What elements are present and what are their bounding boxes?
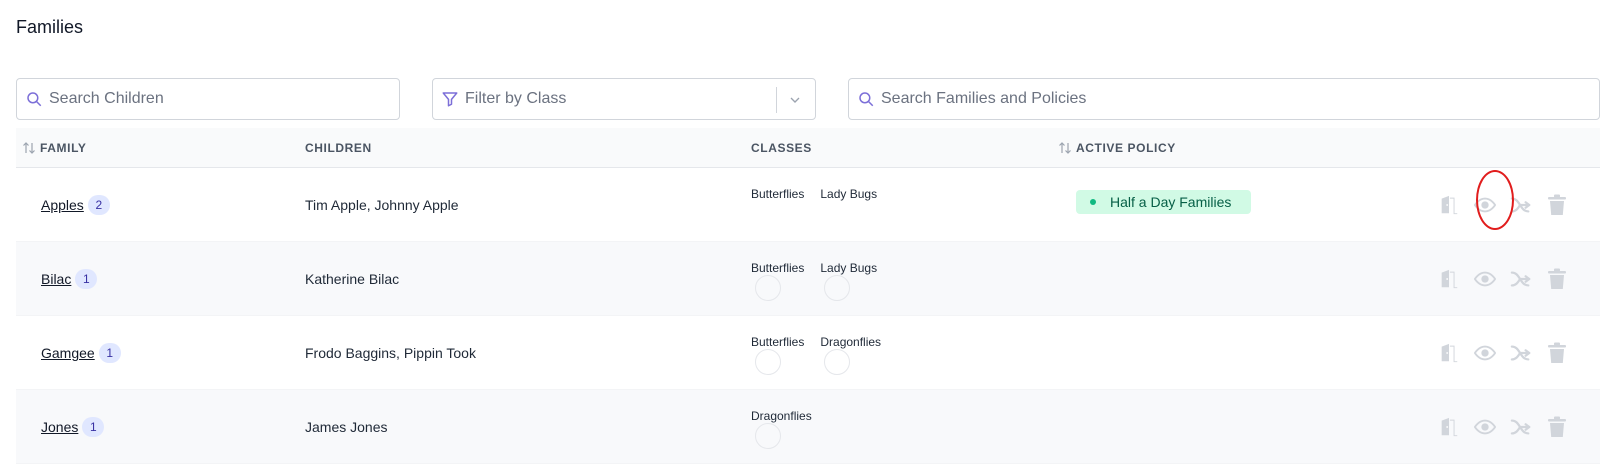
arrow-out-icon: [1510, 271, 1531, 287]
children-names: Tim Apple, Johnny Apple: [305, 197, 459, 213]
door-icon: [1441, 195, 1458, 215]
move-button[interactable]: [1508, 340, 1534, 366]
class-filter-select[interactable]: [432, 78, 816, 120]
search-families-box[interactable]: [848, 78, 1600, 120]
trash-icon: [1548, 342, 1566, 363]
filter-icon: [442, 92, 458, 107]
family-cell: Bilac 1: [41, 242, 98, 316]
view-button[interactable]: [1472, 414, 1498, 440]
children-count-badge: 1: [98, 343, 121, 363]
class-chip: Lady Bugs: [820, 261, 877, 301]
class-list: Butterflies Lady Bugs: [751, 261, 877, 301]
move-button[interactable]: [1508, 192, 1534, 218]
header-active-policy-label: ACTIVE POLICY: [1076, 141, 1176, 155]
view-button[interactable]: [1472, 192, 1498, 218]
table-header: FAMILY CHILDREN CLASSES ACTIVE POLICY: [16, 128, 1600, 168]
arrow-out-icon: [1510, 197, 1531, 213]
chevron-down-icon[interactable]: [787, 92, 803, 108]
class-avatar-placeholder: [755, 349, 781, 375]
trash-icon: [1548, 416, 1566, 437]
header-active-policy[interactable]: ACTIVE POLICY: [1058, 128, 1176, 168]
family-cell: Apples 2: [41, 168, 110, 242]
header-classes: CLASSES: [751, 141, 812, 155]
eye-icon: [1474, 197, 1496, 213]
children-names: James Jones: [305, 419, 388, 435]
door-icon: [1441, 269, 1458, 289]
family-name-link[interactable]: Gamgee: [41, 345, 95, 361]
class-chip: Dragonflies: [751, 409, 812, 449]
view-button[interactable]: [1472, 340, 1498, 366]
children-names: Katherine Bilac: [305, 271, 400, 287]
family-name-link[interactable]: Apples: [41, 197, 84, 213]
door-icon: [1441, 343, 1458, 363]
table-row: Bilac 1 Katherine Bilac Butterflies Lady …: [16, 242, 1600, 316]
table-row: Apples 2 Tim Apple, Johnny Apple Butterf…: [16, 168, 1600, 242]
class-avatar-placeholder: [824, 349, 851, 375]
table-row: Gamgee 1 Frodo Baggins, Pippin Took Butt…: [16, 316, 1600, 390]
move-button[interactable]: [1508, 414, 1534, 440]
row-actions: [1436, 390, 1570, 464]
search-families-input[interactable]: [881, 90, 1599, 108]
select-divider: [776, 87, 777, 113]
policy-badge: Half a Day Families: [1076, 190, 1252, 214]
header-family-label: FAMILY: [40, 141, 87, 155]
class-chip: Butterflies: [751, 335, 804, 375]
children-count-badge: 2: [87, 195, 110, 215]
door-button[interactable]: [1436, 414, 1462, 440]
family-name-link[interactable]: Jones: [41, 419, 78, 435]
class-avatar-placeholder: [824, 275, 851, 301]
page-title: Families: [16, 17, 84, 37]
sort-icon[interactable]: [22, 142, 36, 154]
header-family[interactable]: FAMILY: [22, 128, 87, 168]
search-icon: [27, 92, 42, 107]
class-avatar-placeholder: [755, 423, 781, 449]
status-dot: [1090, 199, 1096, 205]
trash-icon: [1548, 194, 1566, 215]
family-cell: Gamgee 1: [41, 316, 121, 390]
class-chip: Butterflies: [751, 187, 805, 201]
children-names: Frodo Baggins, Pippin Took: [305, 345, 476, 361]
eye-icon: [1474, 419, 1496, 435]
door-icon: [1441, 417, 1458, 437]
delete-button[interactable]: [1544, 192, 1570, 218]
policy-label: Half a Day Families: [1110, 194, 1232, 210]
class-avatar-placeholder: [755, 275, 781, 301]
children-count-badge: 1: [82, 417, 105, 437]
door-button[interactable]: [1436, 192, 1462, 218]
delete-button[interactable]: [1544, 340, 1570, 366]
row-actions: [1436, 168, 1570, 242]
move-button[interactable]: [1508, 266, 1534, 292]
class-list: Dragonflies: [751, 409, 812, 449]
delete-button[interactable]: [1544, 414, 1570, 440]
sort-icon[interactable]: [1058, 142, 1072, 154]
eye-icon: [1474, 271, 1496, 287]
search-children-box[interactable]: [16, 78, 400, 120]
class-chip: Butterflies: [751, 261, 804, 301]
row-actions: [1436, 316, 1570, 390]
search-icon: [859, 92, 874, 107]
header-children: CHILDREN: [305, 141, 372, 155]
view-button[interactable]: [1472, 266, 1498, 292]
search-children-input[interactable]: [49, 90, 399, 108]
row-actions: [1436, 242, 1570, 316]
policy-cell: Half a Day Families: [1076, 190, 1252, 214]
families-table: FAMILY CHILDREN CLASSES ACTIVE POLICY Ap…: [16, 128, 1600, 464]
eye-icon: [1474, 345, 1496, 361]
table-body: Apples 2 Tim Apple, Johnny Apple Butterf…: [16, 168, 1600, 464]
door-button[interactable]: [1436, 340, 1462, 366]
arrow-out-icon: [1510, 345, 1531, 361]
door-button[interactable]: [1436, 266, 1462, 292]
table-row: Jones 1 James Jones Dragonflies: [16, 390, 1600, 464]
class-chip: Lady Bugs: [820, 187, 878, 201]
class-list: Butterflies Dragonflies: [751, 335, 881, 375]
family-name-link[interactable]: Bilac: [41, 271, 71, 287]
class-list: Butterflies Lady Bugs: [751, 187, 877, 201]
arrow-out-icon: [1510, 419, 1531, 435]
class-filter-input[interactable]: [465, 90, 815, 108]
children-count-badge: 1: [75, 269, 98, 289]
family-cell: Jones 1: [41, 390, 105, 464]
class-chip: Dragonflies: [820, 335, 881, 375]
trash-icon: [1548, 268, 1566, 289]
delete-button[interactable]: [1544, 266, 1570, 292]
